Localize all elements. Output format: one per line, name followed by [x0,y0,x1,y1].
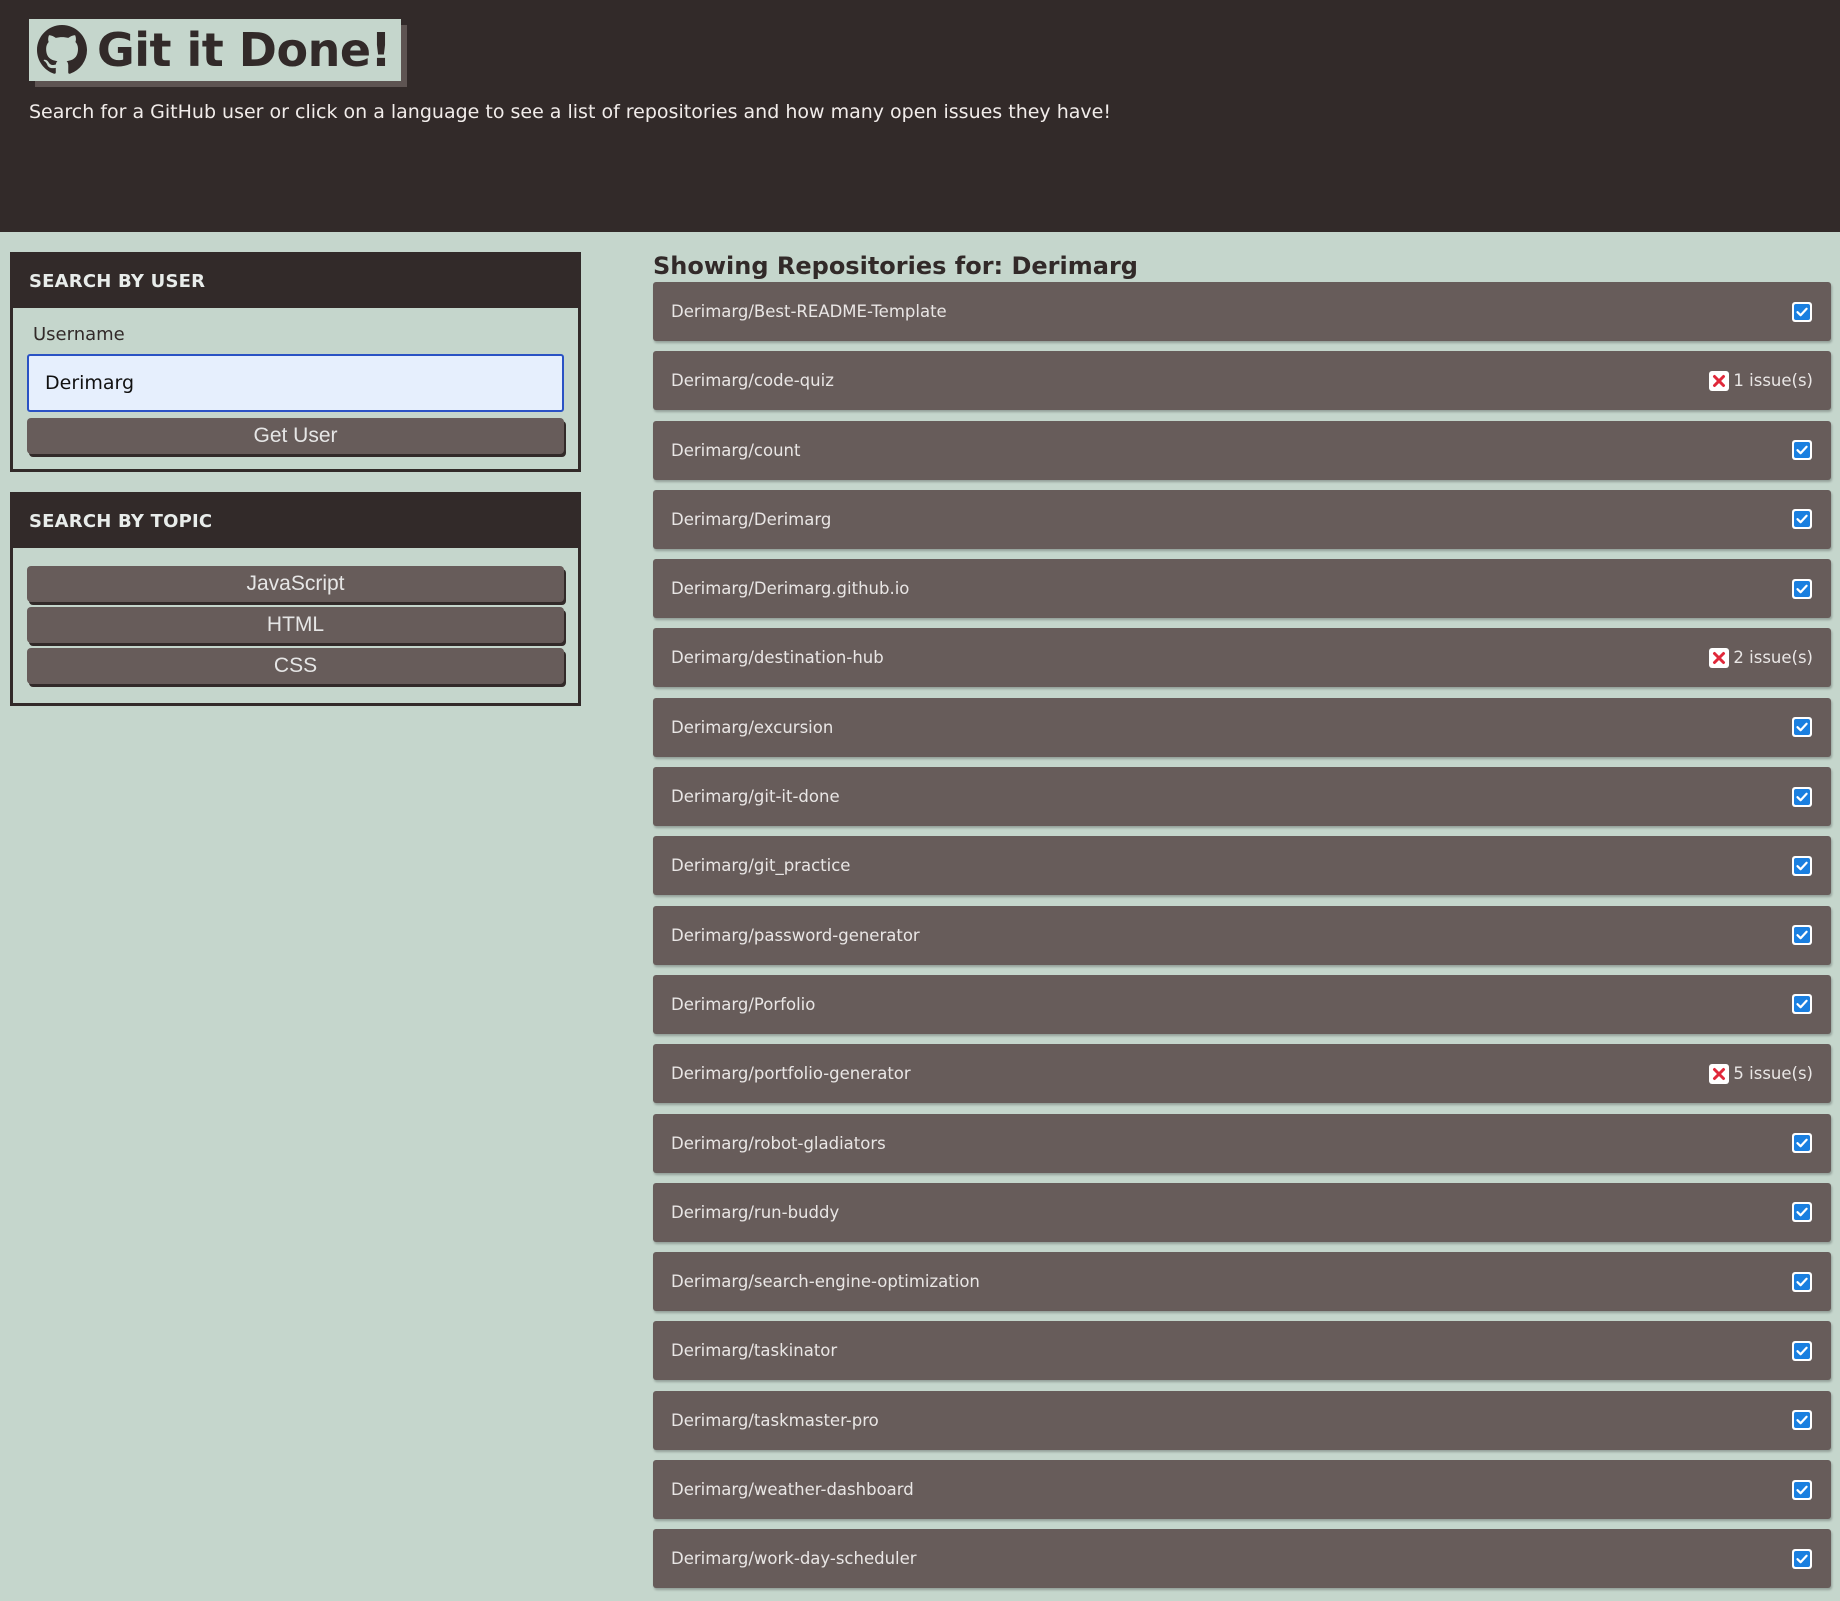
checkbox-check-icon [1791,1479,1813,1501]
repo-item[interactable]: Derimarg/robot-gladiators [653,1113,1831,1173]
app-subtitle: Search for a GitHub user or click on a l… [29,101,1111,123]
checkbox-check-icon [1791,1340,1813,1362]
repo-status [1791,1548,1813,1570]
checkbox-check-icon [1791,993,1813,1015]
repo-list: Derimarg/Best-README-Template Derimarg/co… [653,282,1831,1599]
repo-status [1791,1340,1813,1362]
repo-name: Derimarg/taskinator [671,1341,838,1361]
checkbox-check-icon [1791,786,1813,808]
repo-status [1791,578,1813,600]
repo-item[interactable]: Derimarg/Best-README-Template [653,282,1831,341]
repo-item[interactable]: Derimarg/password-generator [653,905,1831,965]
repo-item[interactable]: Derimarg/code-quiz 1 issue(s) [653,351,1831,411]
repo-status [1791,1132,1813,1154]
repo-name: Derimarg/portfolio-generator [671,1064,911,1084]
username-input[interactable] [27,354,564,412]
checkbox-check-icon [1791,301,1813,323]
username-label: Username [33,324,125,345]
checkbox-check-icon [1791,1548,1813,1570]
red-x-icon [1709,370,1730,391]
repo-name: Derimarg/destination-hub [671,648,884,668]
repo-item[interactable]: Derimarg/count [653,420,1831,480]
search-by-topic-heading: SEARCH BY TOPIC [13,495,578,548]
repo-status [1791,301,1813,323]
repo-status: 1 issue(s) [1709,370,1813,391]
repo-item[interactable]: Derimarg/Derimarg [653,489,1831,549]
repo-status [1791,1271,1813,1293]
app-logo: Git it Done! [29,19,402,81]
repo-item[interactable]: Derimarg/git_practice [653,836,1831,896]
repo-status [1791,786,1813,808]
checkbox-check-icon [1791,716,1813,738]
repo-status [1791,855,1813,877]
repo-name: Derimarg/Derimarg.github.io [671,579,910,599]
repo-name: Derimarg/weather-dashboard [671,1480,914,1500]
repo-status [1791,439,1813,461]
get-user-button[interactable]: Get User [27,418,564,454]
repo-item[interactable]: Derimarg/Porfolio [653,974,1831,1034]
red-x-icon [1709,1063,1730,1084]
repo-status [1791,1409,1813,1431]
repo-name: Derimarg/run-buddy [671,1202,840,1222]
results-title: Showing Repositories for: Derimarg [653,252,1138,280]
repo-name: Derimarg/Best-README-Template [671,302,947,321]
repo-item[interactable]: Derimarg/weather-dashboard [653,1460,1831,1520]
issue-count: 2 issue(s) [1733,648,1813,668]
repo-name: Derimarg/code-quiz [671,371,834,391]
checkbox-check-icon [1791,1201,1813,1223]
issue-count: 5 issue(s) [1733,1064,1813,1084]
checkbox-check-icon [1791,1271,1813,1293]
github-icon [37,25,87,74]
repo-name: Derimarg/count [671,440,801,460]
repo-status: 2 issue(s) [1709,647,1813,668]
repo-status [1791,1479,1813,1501]
checkbox-check-icon [1791,578,1813,600]
checkbox-check-icon [1791,508,1813,530]
repo-name: Derimarg/taskmaster-pro [671,1410,879,1430]
repo-status [1791,993,1813,1015]
repo-name: Derimarg/Porfolio [671,994,816,1014]
repo-name: Derimarg/git-it-done [671,787,840,807]
repo-item[interactable]: Derimarg/destination-hub 2 issue(s) [653,628,1831,688]
repo-status [1791,508,1813,530]
search-by-topic-card: SEARCH BY TOPIC JavaScript HTML CSS [10,492,581,706]
checkbox-check-icon [1791,1409,1813,1431]
repo-name: Derimarg/git_practice [671,856,851,876]
topic-button-javascript[interactable]: JavaScript [27,566,564,602]
repo-item[interactable]: Derimarg/taskinator [653,1321,1831,1381]
repo-status [1791,1201,1813,1223]
topic-button-css[interactable]: CSS [27,648,564,684]
repo-name: Derimarg/search-engine-optimization [671,1272,980,1292]
repo-item[interactable]: Derimarg/work-day-scheduler [653,1529,1831,1589]
repo-item[interactable]: Derimarg/excursion [653,697,1831,757]
repo-name: Derimarg/work-day-scheduler [671,1549,917,1569]
search-by-user-heading: SEARCH BY USER [13,255,578,308]
checkbox-check-icon [1791,924,1813,946]
repo-item[interactable]: Derimarg/search-engine-optimization [653,1252,1831,1312]
repo-name: Derimarg/robot-gladiators [671,1133,886,1153]
checkbox-check-icon [1791,1132,1813,1154]
repo-name: Derimarg/excursion [671,717,834,737]
repo-status [1791,716,1813,738]
repo-item[interactable]: Derimarg/git-it-done [653,767,1831,827]
topic-button-html[interactable]: HTML [27,607,564,643]
checkbox-check-icon [1791,439,1813,461]
repo-item[interactable]: Derimarg/portfolio-generator 5 issue(s) [653,1044,1831,1104]
repo-status: 5 issue(s) [1709,1063,1813,1084]
search-by-user-card: SEARCH BY USER Username Get User [10,252,581,472]
repo-status [1791,924,1813,946]
repo-item[interactable]: Derimarg/Derimarg.github.io [653,559,1831,619]
red-x-icon [1709,647,1730,668]
repo-name: Derimarg/password-generator [671,925,920,945]
page-header: Git it Done! Search for a GitHub user or… [0,0,1840,232]
issue-count: 1 issue(s) [1733,371,1813,391]
checkbox-check-icon [1791,855,1813,877]
repo-name: Derimarg/Derimarg [671,509,832,529]
repo-item[interactable]: Derimarg/taskmaster-pro [653,1390,1831,1450]
repo-item[interactable]: Derimarg/run-buddy [653,1182,1831,1242]
app-title: Git it Done! [97,23,392,77]
